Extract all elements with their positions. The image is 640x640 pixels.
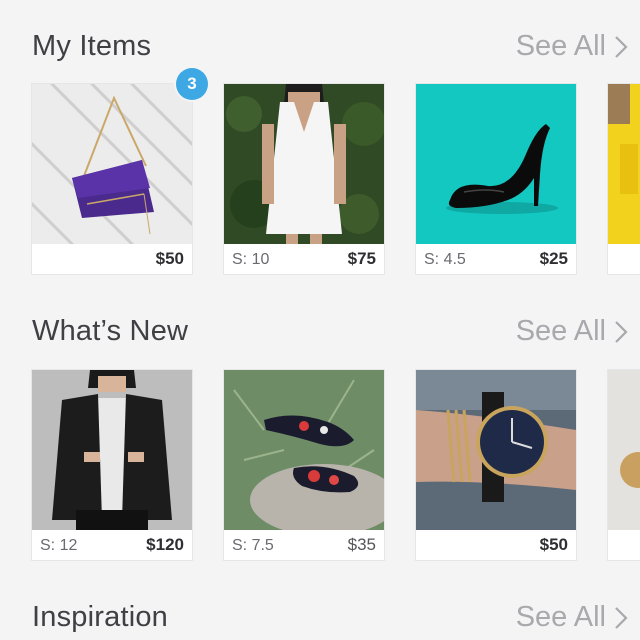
item-card[interactable]: S: 4.5 $25: [416, 84, 576, 274]
item-photo: [32, 370, 192, 530]
item-card[interactable]: S: 10 $75: [224, 84, 384, 274]
my-items-row[interactable]: $50 S: 10 $75 S: 4.5 $25: [0, 84, 640, 284]
see-all-label: See All: [515, 30, 606, 62]
notification-badge: 3: [176, 68, 208, 100]
chevron-right-icon: [615, 606, 628, 629]
yellow-item-image: [608, 84, 640, 244]
section-title: Inspiration: [32, 601, 168, 633]
see-all-label: See All: [515, 315, 606, 347]
section-header: What’s New See All: [0, 303, 640, 359]
item-card[interactable]: $50: [416, 370, 576, 560]
item-card[interactable]: S: 7.5 $35: [224, 370, 384, 560]
wrist-watch-image: [416, 370, 576, 530]
item-price: $75: [347, 249, 376, 268]
chevron-right-icon: [615, 35, 628, 58]
see-all-link[interactable]: See All: [516, 315, 628, 348]
item-photo: [608, 370, 640, 530]
item-card[interactable]: $50: [32, 84, 192, 274]
section-header: My Items See All: [0, 18, 640, 74]
whats-new-row[interactable]: S: 12 $120 S: 7.5 $35 $50: [0, 370, 640, 570]
inspiration-section: Inspiration See All: [0, 589, 640, 640]
item-photo: [32, 84, 192, 244]
item-size: S: 10: [232, 251, 270, 268]
item-photo: [608, 84, 640, 244]
item-photo: [224, 370, 384, 530]
section-header: Inspiration See All: [0, 589, 640, 640]
see-all-link[interactable]: See All: [516, 601, 628, 634]
chevron-right-icon: [615, 320, 628, 343]
see-all-link[interactable]: See All: [516, 30, 628, 63]
see-all-label: See All: [515, 601, 606, 633]
floral-flats-image: [224, 370, 384, 530]
leather-blazer-image: [32, 370, 192, 530]
purple-bag-image: [32, 84, 192, 244]
item-card[interactable]: [608, 84, 640, 274]
item-size: S: 4.5: [424, 251, 466, 268]
app-screen: My Items See All 3 $50 S: 10 $75 S: 4.5 …: [0, 0, 640, 640]
item-card[interactable]: [608, 370, 640, 560]
partial-item-image: [608, 370, 640, 530]
white-dress-image: [224, 84, 384, 244]
item-price: $35: [347, 535, 376, 554]
item-price: $50: [539, 535, 568, 554]
item-price: $50: [155, 249, 184, 268]
item-photo: [224, 84, 384, 244]
item-size: S: 7.5: [232, 537, 274, 554]
item-size: S: 12: [40, 537, 78, 554]
item-photo: [416, 370, 576, 530]
section-title: My Items: [32, 30, 152, 62]
item-card[interactable]: S: 12 $120: [32, 370, 192, 560]
section-title: What’s New: [32, 315, 189, 347]
my-items-section: My Items See All: [0, 18, 640, 74]
item-photo: [416, 84, 576, 244]
item-price: $25: [539, 249, 568, 268]
item-price: $120: [146, 535, 184, 554]
whats-new-section: What’s New See All: [0, 303, 640, 359]
black-heel-image: [416, 84, 576, 244]
